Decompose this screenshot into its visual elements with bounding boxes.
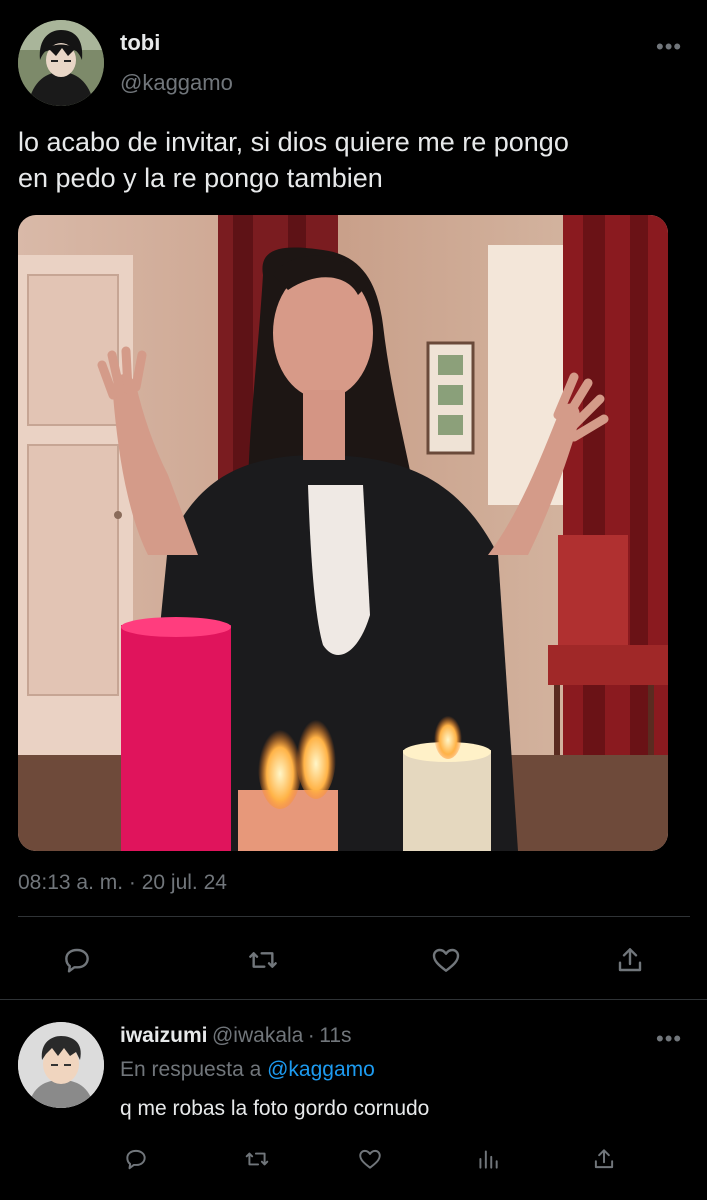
reply-retweet-button[interactable] — [232, 1134, 282, 1184]
avatar-image — [18, 20, 104, 106]
reply-share-button[interactable] — [579, 1134, 629, 1184]
like-icon — [359, 1149, 381, 1169]
divider — [18, 916, 690, 917]
more-options-icon[interactable]: ••• — [656, 34, 682, 60]
reply-handle[interactable]: @iwakala — [212, 1024, 303, 1047]
display-name[interactable]: tobi — [120, 30, 160, 56]
reply-more-options-icon[interactable]: ••• — [656, 1026, 682, 1052]
reply-analytics-button[interactable] — [463, 1134, 513, 1184]
reply-time[interactable]: 11s — [319, 1024, 351, 1047]
like-icon — [432, 948, 460, 972]
reply-mention-link[interactable]: @kaggamo — [267, 1058, 375, 1081]
tweet-text: lo acabo de invitar, si dios quiere me r… — [18, 124, 698, 196]
photo — [18, 215, 668, 851]
like-button[interactable] — [421, 935, 471, 985]
share-button[interactable] — [605, 935, 655, 985]
reply-context: En respuesta a @kaggamo — [120, 1058, 375, 1082]
tweet-timestamp[interactable]: 08:13 a. m. · 20 jul. 24 — [18, 871, 227, 895]
reply-avatar[interactable] — [18, 1022, 104, 1108]
tweet-text-line: en pedo y la re pongo tambien — [18, 163, 383, 193]
tweet-text-line: lo acabo de invitar, si dios quiere me r… — [18, 127, 569, 157]
tweet-media-image[interactable] — [18, 215, 668, 851]
handle[interactable]: @kaggamo — [120, 70, 233, 96]
reply-display-name[interactable]: iwaizumi — [120, 1024, 208, 1047]
reply-icon — [65, 948, 89, 973]
retweet-icon — [249, 952, 277, 968]
reply-separator: · — [307, 1024, 315, 1047]
retweet-button[interactable] — [238, 935, 288, 985]
avatar-image — [18, 1022, 104, 1108]
reply-reply-button[interactable] — [111, 1134, 161, 1184]
reply-header: iwaizumi @iwakala · 11s — [120, 1024, 352, 1048]
avatar[interactable] — [18, 20, 104, 106]
reply-context-label: En respuesta a — [120, 1058, 262, 1081]
reply-icon — [126, 1149, 146, 1170]
share-icon — [618, 948, 642, 972]
reply-like-button[interactable] — [345, 1134, 395, 1184]
reply-button[interactable] — [52, 935, 102, 985]
share-icon — [594, 1149, 614, 1169]
reply-text: q me robas la foto gordo cornudo — [120, 1097, 430, 1120]
divider — [0, 999, 707, 1000]
retweet-icon — [245, 1152, 269, 1166]
analytics-icon — [479, 1150, 498, 1169]
